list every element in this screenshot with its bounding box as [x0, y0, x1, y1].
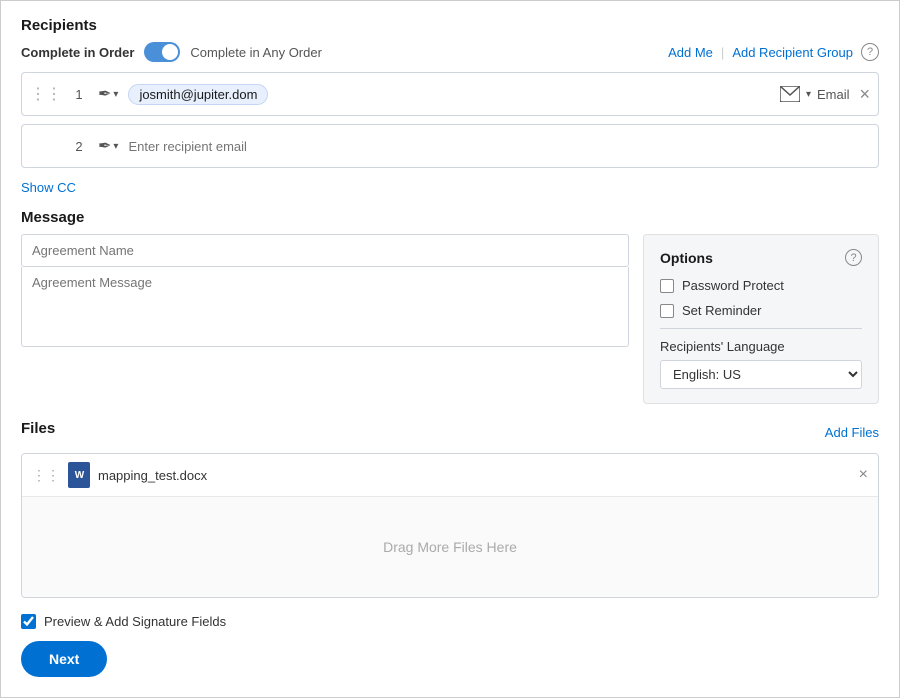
add-recipient-group-link[interactable]: Add Recipient Group	[732, 45, 853, 60]
options-panel: Options ? Password Protect Set Reminder …	[643, 234, 879, 404]
files-section: Files Add Files ⋮⋮ W mapping_test.docx ×…	[21, 420, 879, 598]
envelope-icon-1	[780, 86, 800, 102]
signer-chevron-1: ▾	[113, 89, 118, 100]
file-doc-icon: W	[68, 462, 90, 488]
remove-recipient-1[interactable]: ×	[859, 85, 870, 103]
pipe-divider: |	[721, 45, 724, 60]
drop-zone[interactable]: Drag More Files Here	[22, 497, 878, 597]
preview-checkbox-area: Preview & Add Signature Fields	[21, 614, 226, 629]
next-button[interactable]: Next	[21, 641, 107, 677]
agreement-name-input[interactable]	[21, 234, 629, 267]
agreement-message-textarea[interactable]	[21, 267, 629, 347]
message-inputs	[21, 234, 629, 350]
order-toggle[interactable]	[144, 42, 180, 62]
files-title: Files	[21, 420, 55, 437]
options-help-icon[interactable]: ?	[845, 249, 862, 266]
options-title: Options	[660, 250, 713, 266]
email-type-label-1: Email	[817, 87, 850, 102]
order-row: Complete in Order Complete in Any Order …	[21, 42, 879, 62]
recipient-email-input-2[interactable]	[128, 139, 870, 154]
recipient-row-2: ⋮⋮ 2 ✒ ▾	[21, 124, 879, 168]
files-area: ⋮⋮ W mapping_test.docx × Drag More Files…	[21, 453, 879, 598]
message-body: Options ? Password Protect Set Reminder …	[21, 234, 879, 404]
signer-chevron-2: ▾	[113, 141, 118, 152]
recipients-lang-label: Recipients' Language	[660, 339, 862, 354]
preview-checkbox[interactable]	[21, 614, 36, 629]
order-any-label: Complete in Any Order	[190, 45, 322, 60]
add-files-link[interactable]: Add Files	[825, 425, 879, 440]
options-divider	[660, 328, 862, 329]
signer-icon-2: ✒	[98, 136, 111, 156]
options-header: Options ?	[660, 249, 862, 266]
word-icon: W	[68, 462, 90, 488]
language-select[interactable]: English: US French German Spanish Japane…	[660, 360, 862, 389]
file-remove-btn-1[interactable]: ×	[859, 467, 868, 483]
row-number-1: 1	[70, 87, 88, 102]
password-protect-label: Password Protect	[682, 278, 784, 293]
drag-handle-2: ⋮⋮	[30, 136, 62, 156]
order-label: Complete in Order	[21, 45, 134, 60]
signer-type-btn-2[interactable]: ✒ ▾	[94, 134, 122, 158]
row-number-2: 2	[70, 139, 88, 154]
add-me-link[interactable]: Add Me	[668, 45, 713, 60]
signer-icon-1: ✒	[98, 84, 111, 104]
recipient-row-1: ⋮⋮ 1 ✒ ▾ josmith@jupiter.dom ▾ Email ×	[21, 72, 879, 116]
recipients-title: Recipients	[21, 17, 879, 34]
recipient-email-1[interactable]: josmith@jupiter.dom	[128, 84, 268, 105]
message-title: Message	[21, 209, 879, 226]
message-section: Message Options ? Password Protect Set R…	[21, 209, 879, 404]
set-reminder-label: Set Reminder	[682, 303, 761, 318]
show-cc-link[interactable]: Show CC	[21, 180, 76, 195]
bottom-bar: Preview & Add Signature Fields	[21, 614, 879, 629]
password-protect-option: Password Protect	[660, 278, 862, 293]
file-item-row: ⋮⋮ W mapping_test.docx ×	[22, 454, 878, 497]
set-reminder-checkbox[interactable]	[660, 304, 674, 318]
email-badge-1: ▾ Email	[780, 86, 850, 102]
password-protect-checkbox[interactable]	[660, 279, 674, 293]
file-name-1: mapping_test.docx	[98, 468, 859, 483]
drag-handle-1[interactable]: ⋮⋮	[30, 84, 62, 104]
preview-label: Preview & Add Signature Fields	[44, 614, 226, 629]
recipients-help-icon[interactable]: ?	[861, 43, 879, 61]
files-header: Files Add Files	[21, 420, 879, 445]
email-type-chevron-1: ▾	[806, 89, 811, 100]
signer-type-btn-1[interactable]: ✒ ▾	[94, 82, 122, 106]
file-drag-handle: ⋮⋮	[32, 467, 60, 484]
set-reminder-option: Set Reminder	[660, 303, 862, 318]
